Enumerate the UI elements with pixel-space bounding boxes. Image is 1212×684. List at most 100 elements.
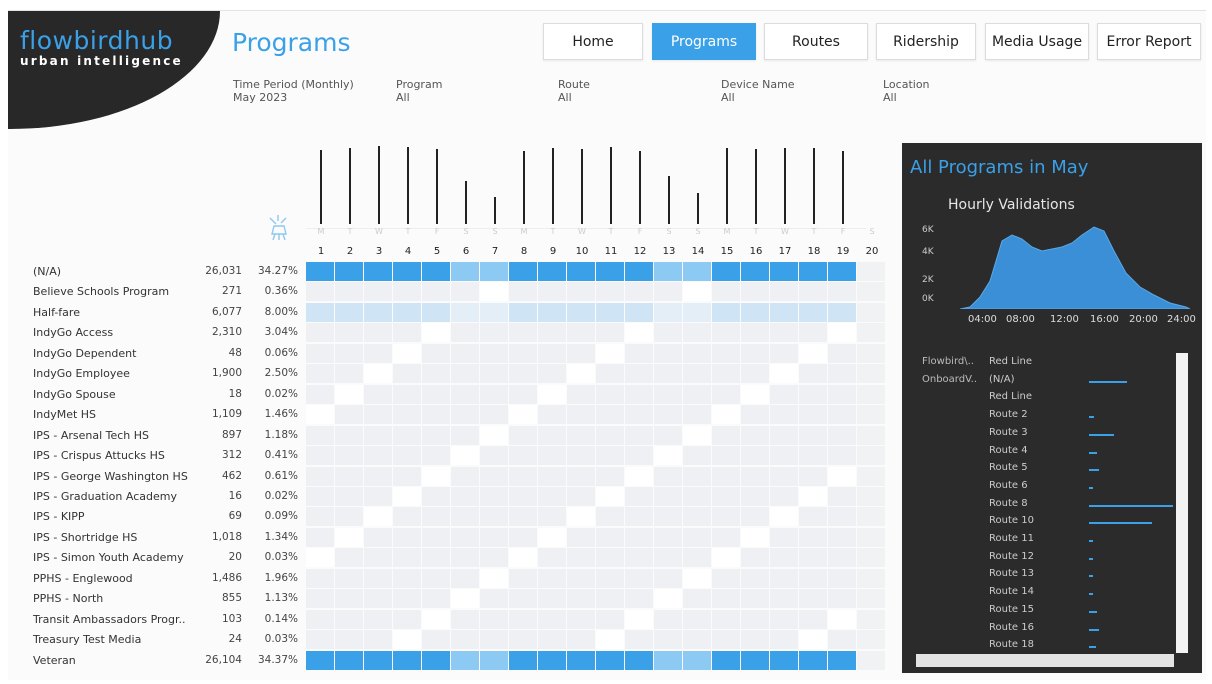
heatmap-cell[interactable]: [393, 303, 421, 322]
heatmap-cell[interactable]: [335, 323, 363, 342]
heatmap-cell[interactable]: [364, 405, 392, 424]
heatmap-cell[interactable]: [770, 569, 798, 588]
heatmap-cell[interactable]: [335, 610, 363, 629]
heatmap-cell[interactable]: [857, 364, 885, 383]
heatmap-cell[interactable]: [770, 651, 798, 670]
heatmap-cell[interactable]: [480, 569, 508, 588]
heatmap-cell[interactable]: [335, 569, 363, 588]
heatmap-cell[interactable]: [538, 630, 566, 649]
day-volume-bar[interactable]: [784, 148, 786, 224]
filter-route[interactable]: Route All: [558, 78, 590, 104]
heatmap-cell[interactable]: [741, 405, 769, 424]
heatmap-cell[interactable]: [625, 303, 653, 322]
heatmap-cell[interactable]: [306, 303, 334, 322]
heatmap-cell[interactable]: [625, 651, 653, 670]
heatmap-cell[interactable]: [335, 507, 363, 526]
heatmap-cell[interactable]: [335, 467, 363, 486]
heatmap-cell[interactable]: [567, 262, 595, 281]
heatmap-cell[interactable]: [422, 548, 450, 567]
heatmap-cell[interactable]: [480, 303, 508, 322]
day-volume-bar[interactable]: [436, 149, 438, 224]
heatmap-cell[interactable]: [596, 651, 624, 670]
heatmap-cell[interactable]: [364, 589, 392, 608]
vertical-scrollbar[interactable]: [1176, 353, 1188, 653]
heatmap-cell[interactable]: [741, 385, 769, 404]
heatmap-cell[interactable]: [712, 446, 740, 465]
heatmap-cell[interactable]: [335, 548, 363, 567]
heatmap-cell[interactable]: [741, 651, 769, 670]
heatmap-cell[interactable]: [393, 507, 421, 526]
heatmap-cell[interactable]: [422, 487, 450, 506]
heatmap-cell[interactable]: [654, 507, 682, 526]
heatmap-cell[interactable]: [509, 569, 537, 588]
nav-media-usage-button[interactable]: Media Usage: [985, 23, 1089, 60]
heatmap-cell[interactable]: [393, 487, 421, 506]
heatmap-cell[interactable]: [857, 303, 885, 322]
route-label[interactable]: Route 16: [989, 622, 1034, 633]
heatmap-cell[interactable]: [567, 385, 595, 404]
heatmap-cell[interactable]: [741, 630, 769, 649]
heatmap-cell[interactable]: [393, 364, 421, 383]
heatmap-cell[interactable]: [596, 569, 624, 588]
heatmap-cell[interactable]: [509, 405, 537, 424]
heatmap-cell[interactable]: [509, 651, 537, 670]
day-volume-bar[interactable]: [320, 150, 322, 224]
heatmap-cell[interactable]: [567, 651, 595, 670]
heatmap-cell[interactable]: [306, 282, 334, 301]
heatmap-cell[interactable]: [625, 282, 653, 301]
heatmap-cell[interactable]: [799, 262, 827, 281]
heatmap-cell[interactable]: [741, 589, 769, 608]
program-name[interactable]: Transit Ambassadors Progr..: [33, 613, 186, 626]
heatmap-cell[interactable]: [596, 364, 624, 383]
heatmap-cell[interactable]: [422, 405, 450, 424]
heatmap-cell[interactable]: [857, 323, 885, 342]
heatmap-cell[interactable]: [596, 507, 624, 526]
heatmap-cell[interactable]: [480, 610, 508, 629]
heatmap-cell[interactable]: [741, 282, 769, 301]
heatmap-cell[interactable]: [509, 528, 537, 547]
heatmap-cell[interactable]: [596, 630, 624, 649]
heatmap-cell[interactable]: [306, 651, 334, 670]
heatmap-cell[interactable]: [683, 610, 711, 629]
heatmap-cell[interactable]: [741, 487, 769, 506]
heatmap-cell[interactable]: [480, 507, 508, 526]
heatmap-cell[interactable]: [451, 405, 479, 424]
heatmap-cell[interactable]: [364, 282, 392, 301]
heatmap-cell[interactable]: [509, 426, 537, 445]
heatmap-cell[interactable]: [799, 548, 827, 567]
heatmap-cell[interactable]: [712, 507, 740, 526]
heatmap-cell[interactable]: [393, 262, 421, 281]
heatmap-cell[interactable]: [857, 487, 885, 506]
day-volume-bar[interactable]: [407, 147, 409, 224]
heatmap-cell[interactable]: [770, 405, 798, 424]
heatmap-cell[interactable]: [509, 344, 537, 363]
day-volume-bar[interactable]: [726, 148, 728, 224]
day-volume-bar[interactable]: [523, 151, 525, 224]
heatmap-cell[interactable]: [306, 446, 334, 465]
heatmap-cell[interactable]: [857, 262, 885, 281]
heatmap-cell[interactable]: [712, 323, 740, 342]
heatmap-cell[interactable]: [712, 528, 740, 547]
heatmap-cell[interactable]: [509, 487, 537, 506]
heatmap-cell[interactable]: [451, 364, 479, 383]
program-name[interactable]: PPHS - North: [33, 592, 103, 605]
heatmap-cell[interactable]: [654, 446, 682, 465]
heatmap-cell[interactable]: [799, 487, 827, 506]
route-volume-bar[interactable]: [1089, 505, 1173, 507]
heatmap-cell[interactable]: [741, 610, 769, 629]
heatmap-cell[interactable]: [538, 589, 566, 608]
route-label[interactable]: Route 4: [989, 445, 1028, 456]
route-label[interactable]: (N/A): [989, 374, 1015, 385]
heatmap-cell[interactable]: [741, 426, 769, 445]
heatmap-cell[interactable]: [770, 344, 798, 363]
heatmap-cell[interactable]: [393, 344, 421, 363]
heatmap-cell[interactable]: [451, 344, 479, 363]
heatmap-cell[interactable]: [625, 610, 653, 629]
program-name[interactable]: IndyGo Dependent: [33, 347, 136, 360]
heatmap-cell[interactable]: [509, 323, 537, 342]
heatmap-cell[interactable]: [712, 467, 740, 486]
heatmap-cell[interactable]: [828, 282, 856, 301]
heatmap-cell[interactable]: [683, 282, 711, 301]
heatmap-cell[interactable]: [451, 323, 479, 342]
heatmap-cell[interactable]: [393, 385, 421, 404]
